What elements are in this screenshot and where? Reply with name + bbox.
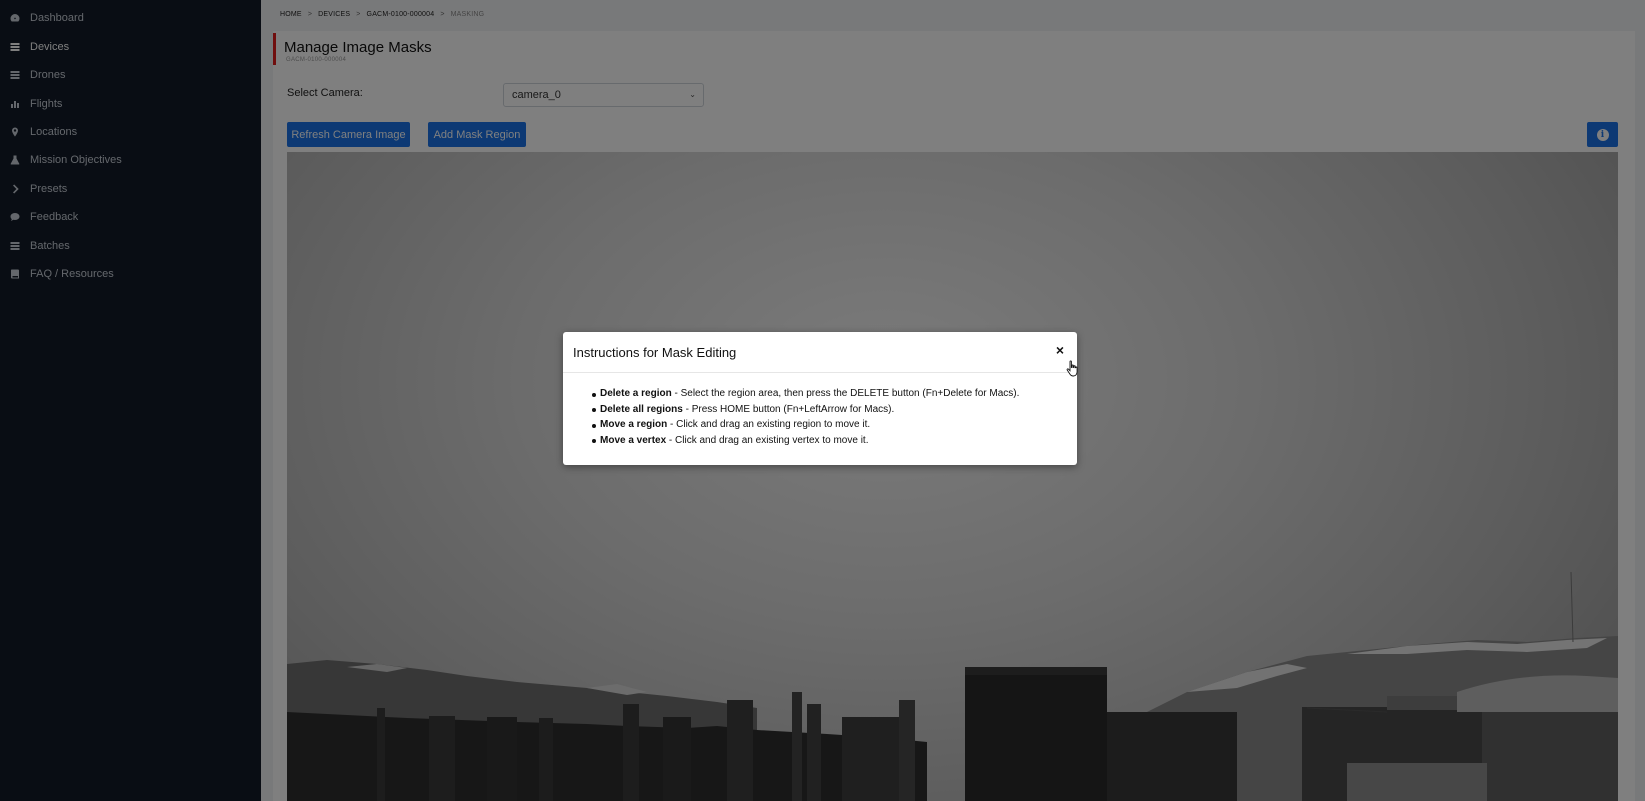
instruction-item: Move a vertex - Click and drag an existi… — [592, 433, 1019, 449]
instruction-text: - Click and drag an existing region to m… — [667, 419, 871, 430]
instructions-modal: Instructions for Mask Editing × Delete a… — [563, 332, 1078, 465]
instruction-text: - Press HOME button (Fn+LeftArrow for Ma… — [682, 403, 895, 415]
instructions-list: Delete a region - Select the region area… — [592, 386, 1019, 448]
instruction-title: Move a region — [600, 419, 668, 430]
close-icon[interactable]: × — [1053, 343, 1067, 357]
instruction-item: Delete a region - Select the region area… — [592, 386, 1019, 402]
modal-header: Instructions for Mask Editing × — [563, 332, 1078, 377]
instruction-item: Delete all regions - Press HOME button (… — [592, 402, 1019, 418]
hand-cursor-icon — [1066, 360, 1078, 377]
instruction-title: Move a vertex — [600, 434, 667, 446]
instruction-title: Delete a region — [600, 388, 672, 399]
instruction-text: - Click and drag an existing vertex to m… — [666, 434, 869, 446]
modal-title: Instructions for Mask Editing — [573, 345, 737, 360]
instruction-title: Delete all regions — [600, 403, 683, 415]
instruction-text: - Select the region area, then press the… — [671, 388, 1020, 399]
instruction-item: Move a region - Click and drag an existi… — [592, 417, 1019, 433]
